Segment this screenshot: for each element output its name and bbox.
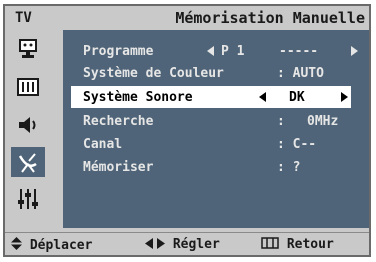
sidebar-item-setup[interactable]: [11, 184, 45, 214]
picture-icon: [17, 78, 39, 96]
sidebar-item-sound[interactable]: [11, 110, 45, 140]
setup-sliders-icon: [18, 189, 38, 209]
footer-return-hint: Retour: [261, 237, 334, 252]
menu-row-search[interactable]: Recherche : 0MHz: [63, 110, 369, 132]
sound-system-value: DK: [289, 90, 305, 105]
menu-row-programme[interactable]: Programme P 1 -----: [63, 40, 369, 62]
tv-label: TV: [15, 10, 32, 26]
row-label: Système de Couleur: [83, 66, 224, 81]
menu-sidebar: [5, 30, 49, 230]
sidebar-item-channel[interactable]: [11, 147, 45, 177]
menu-footer: Déplacer Régler Retour: [5, 232, 369, 255]
left-arrow-icon[interactable]: [207, 46, 214, 56]
menu-header: TV Mémorisation Manuelle: [5, 6, 369, 30]
menu-row-sound-system[interactable]: Système Sonore DK: [71, 86, 351, 108]
row-label: Canal: [83, 137, 123, 152]
menu-row-channel[interactable]: Canal : C--: [63, 133, 369, 155]
up-down-arrow-icon: [11, 237, 22, 250]
footer-move-hint: Déplacer: [11, 237, 92, 253]
row-value: :: [277, 114, 285, 129]
right-arrow-icon[interactable]: [341, 92, 348, 102]
menu-title: Mémorisation Manuelle: [175, 9, 365, 27]
row-label: Recherche: [83, 114, 154, 129]
menu-button-icon: [261, 237, 279, 249]
return-label: Retour: [286, 237, 334, 252]
programme-name: -----: [279, 44, 319, 59]
adjust-label: Régler: [172, 237, 220, 252]
right-arrow-icon[interactable]: [351, 46, 358, 56]
row-value: : AUTO: [277, 66, 324, 81]
row-value: : C--: [277, 137, 317, 152]
menu-row-store[interactable]: Mémoriser : ?: [63, 156, 369, 178]
programme-value: P 1: [221, 44, 245, 59]
menu-row-colour-system[interactable]: Système de Couleur : AUTO: [63, 62, 369, 84]
sidebar-item-input[interactable]: [11, 34, 45, 64]
sidebar-item-picture[interactable]: [11, 72, 45, 102]
footer-adjust-hint: Régler: [145, 237, 220, 252]
row-label: Programme: [83, 44, 154, 59]
row-label: Mémoriser: [83, 160, 154, 175]
search-frequency: 0MHz: [307, 114, 339, 129]
sound-icon: [19, 117, 36, 133]
row-value: : ?: [277, 160, 301, 175]
left-arrow-icon[interactable]: [259, 92, 266, 102]
move-label: Déplacer: [29, 238, 93, 253]
channel-antenna-icon: [18, 153, 37, 173]
osd-menu-window: TV Mémorisation Manuelle Programme P 1 -…: [3, 4, 371, 257]
menu-content-panel: Programme P 1 ----- Système de Couleur :…: [63, 30, 369, 228]
tv-input-icon: [19, 39, 37, 58]
left-right-arrow-icon: [145, 238, 165, 249]
row-label: Système Sonore: [83, 90, 193, 105]
